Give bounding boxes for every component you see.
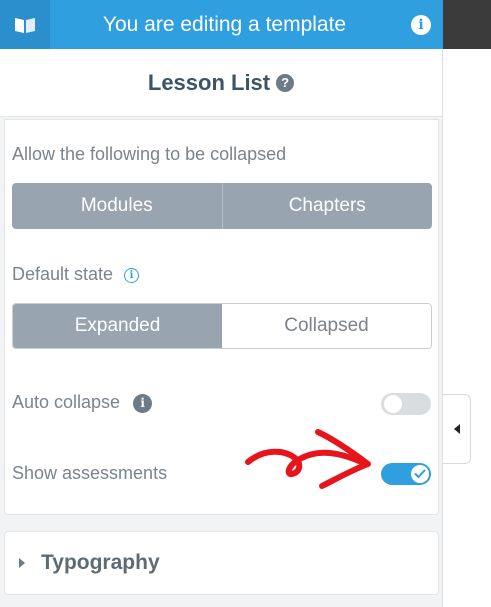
info-icon: i [411, 14, 431, 35]
collapse-panel-tab[interactable] [443, 394, 471, 464]
default-state-options: Expanded Collapsed [12, 303, 432, 349]
editing-template-title: You are editing a template [102, 12, 347, 36]
modules-button[interactable]: Modules [12, 183, 222, 229]
settings-panel: Lesson List ? Allow the following to be … [0, 49, 443, 607]
expanded-button[interactable]: Expanded [13, 304, 222, 348]
collapse-options: Modules Chapters [12, 183, 432, 229]
check-icon [414, 469, 426, 478]
typography-label: Typography [41, 551, 160, 574]
panel-title: Lesson List [147, 69, 271, 95]
show-assessments-label: Show assessments [12, 463, 168, 483]
auto-collapse-label: Auto collapse i [12, 392, 153, 413]
auto-collapse-info-icon[interactable]: i [133, 393, 153, 413]
auto-collapse-toggle[interactable] [381, 393, 431, 415]
help-icon[interactable]: ? [276, 73, 295, 92]
arrow-left-icon [453, 424, 460, 434]
toggle-knob [384, 395, 402, 413]
collapsed-button[interactable]: Collapsed [222, 304, 431, 348]
default-state-info-icon[interactable]: i [124, 268, 140, 283]
expand-triangle-icon [19, 558, 25, 568]
book-logo-icon[interactable] [0, 0, 50, 49]
template-info-button[interactable]: i [399, 14, 443, 35]
typography-section[interactable]: Typography [4, 531, 439, 595]
top-bar: You are editing a template i [0, 0, 443, 49]
show-assessments-toggle[interactable] [381, 463, 431, 485]
canvas-area [443, 49, 491, 607]
dark-strip [443, 0, 491, 49]
default-state-text: Default state [12, 264, 114, 284]
toggle-knob-checked [411, 465, 429, 483]
collapse-label: Allow the following to be collapsed [12, 144, 287, 164]
chapters-button[interactable]: Chapters [221, 183, 433, 229]
red-arrow-annotation-icon [245, 429, 371, 489]
panel-header: Lesson List ? [0, 49, 442, 117]
auto-collapse-text: Auto collapse [12, 392, 121, 412]
default-state-label: Default state i [12, 264, 140, 285]
